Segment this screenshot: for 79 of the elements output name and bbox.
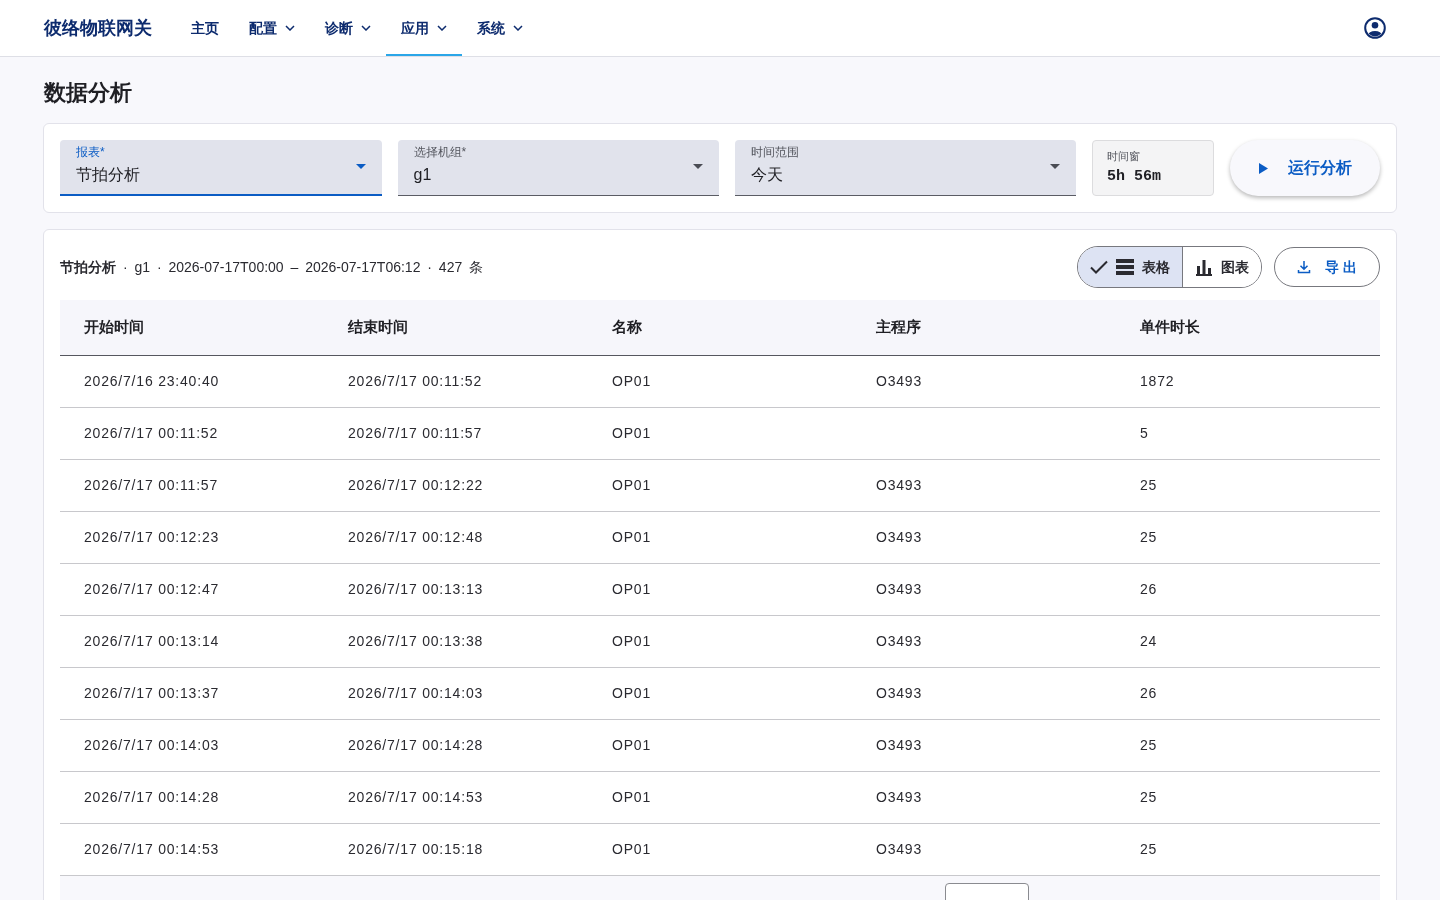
table-cell: OP01 [612,424,651,441]
export-button[interactable]: 导 出 [1274,247,1380,287]
column-header: 单件时长 [1140,318,1200,335]
check-icon [1090,258,1108,276]
table-cell: 25 [1140,736,1158,753]
table-cell: 2026/7/17 00:11:52 [348,372,483,389]
table-cell: 2026/7/17 00:12:48 [348,528,484,545]
page-title: 数据分析 [44,79,133,107]
table-cell: 2026/7/17 00:11:57 [84,476,219,493]
nav-tab[interactable]: 诊断 [310,0,386,56]
table-cell: 2026/7/17 00:14:03 [348,684,484,701]
table-cell: O3493 [876,684,923,701]
nav-tab[interactable]: 应用 [386,0,462,56]
select-field[interactable]: 选择机组* g1 [397,140,720,196]
brand-name: 彼络物联网关 [44,16,152,40]
result-summary: 节拍分析 · g1 · 2026-07-17T00:00 – 2026-07-17T06:12 · 427 条 [60,257,484,277]
table-cell: OP01 [612,476,651,493]
table-cell: 2026/7/17 00:12:23 [84,528,220,545]
select-field[interactable]: 报表* 节拍分析 [60,140,382,196]
column-header: 开始时间 [84,318,144,335]
table-cell: 2026/7/17 00:14:53 [84,840,220,857]
table-cell: 25 [1140,476,1158,493]
select-field[interactable]: 时间范围 今天 [735,140,1076,196]
table-cell: 2026/7/17 00:13:13 [348,580,484,597]
table-cell: 2026/7/17 00:12:22 [348,476,484,493]
download-icon [1297,260,1312,274]
table-cell: OP01 [612,840,651,857]
table-cell: 2026/7/17 00:13:38 [348,632,484,649]
table-cell: 1872 [1140,372,1175,389]
column-header: 主程序 [876,318,921,335]
nav-tab[interactable]: 主页 [176,0,234,56]
table-cell: OP01 [612,372,651,389]
view-toggle-button[interactable]: 图表 [1182,247,1261,287]
nav-tab[interactable]: 系统 [462,0,538,56]
caret-down-icon [693,164,704,169]
table-cell: O3493 [876,372,923,389]
table-cell: OP01 [612,684,651,701]
table-cell: OP01 [612,788,651,805]
table-cell: O3493 [876,788,923,805]
table-cell: OP01 [612,528,651,545]
table-cell: 2026/7/16 23:40:40 [84,372,220,389]
bar-chart-icon [1195,258,1213,276]
column-header: 名称 [612,318,642,335]
table-cell: 24 [1140,632,1158,649]
table-cell: O3493 [876,840,923,857]
run-analysis-button[interactable]: 运行分析 [1230,140,1380,196]
nav-tab[interactable]: 配置 [234,0,310,56]
caret-down-icon [355,164,366,169]
table-cell: OP01 [612,580,651,597]
table-cell: 25 [1140,528,1158,545]
table-cell: 2026/7/17 00:13:14 [84,632,220,649]
table-cell: 2026/7/17 00:13:37 [84,684,220,701]
table-cell: O3493 [876,476,923,493]
column-header: 结束时间 [348,318,408,335]
table-cell: 26 [1140,684,1158,701]
table-cell: 2026/7/17 00:12:47 [84,580,220,597]
table-cell: 2026/7/17 00:14:28 [84,788,220,805]
time-window-field: 时间窗 5h 56m [1092,140,1214,196]
table-cell: OP01 [612,736,651,753]
account-icon[interactable] [1364,17,1386,39]
table-cell: O3493 [876,632,923,649]
table-cell: 2026/7/17 00:15:18 [348,840,484,857]
table-cell: O3493 [876,736,923,753]
table-cell: 5 [1140,424,1149,441]
caret-down-icon [1050,164,1060,169]
view-toggle-button[interactable]: 表格 [1078,247,1182,287]
table-cell: OP01 [612,632,651,649]
table-cell: 2026/7/17 00:11:57 [348,424,483,441]
table-cell: 25 [1140,840,1158,857]
table-cell: O3493 [876,580,923,597]
play-icon [1258,162,1268,174]
table-cell: 2026/7/17 00:14:03 [84,736,220,753]
table-cell: 26 [1140,580,1158,597]
table-cell: 25 [1140,788,1158,805]
table-cell: O3493 [876,528,923,545]
table-cell: 2026/7/17 00:14:28 [348,736,484,753]
table-cell: 2026/7/17 00:11:52 [84,424,219,441]
table-cell: 2026/7/17 00:14:53 [348,788,484,805]
rows-icon [1116,258,1134,276]
